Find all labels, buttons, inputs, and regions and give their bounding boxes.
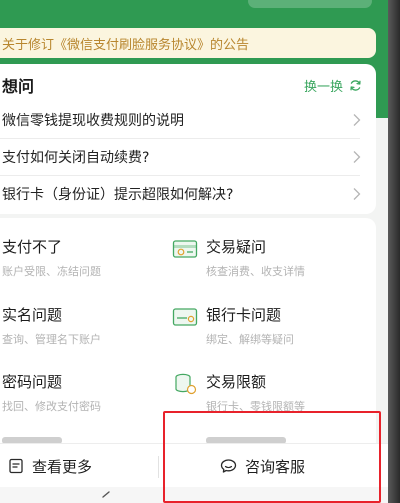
faq-item-label: 支付如何关闭自动续费? <box>2 150 150 166</box>
contact-support-button[interactable]: 咨询客服 <box>220 444 305 488</box>
category-payment-failure[interactable]: 支付不了 账户受限、冻结问题 <box>2 236 152 286</box>
back-gesture-icon[interactable] <box>100 491 112 503</box>
category-grid: 支付不了 账户受限、冻结问题 交易疑问 核查消费、收支详情 实名问题 查询、管理… <box>0 218 376 478</box>
category-title: 交易疑问 <box>206 238 267 256</box>
refresh-button[interactable]: 换一换 <box>304 76 362 95</box>
announcement-bar[interactable]: 关于修订《微信支付刷脸服务协议》的公告 <box>0 28 376 58</box>
category-title: 密码问题 <box>2 373 63 391</box>
faq-item-label: 微信零钱提现收费规则的说明 <box>2 113 184 129</box>
coins-icon <box>175 373 197 395</box>
category-text: 交易疑问 核查消费、收支详情 <box>206 236 305 279</box>
category-title: 支付不了 <box>2 238 63 256</box>
category-subtitle: 核查消费、收支详情 <box>206 265 305 278</box>
category-transaction-query[interactable]: 交易疑问 核查消费、收支详情 <box>172 236 366 286</box>
faq-item[interactable]: 微信零钱提现收费规则的说明 <box>0 102 376 138</box>
contact-support-label: 咨询客服 <box>245 457 306 476</box>
refresh-label: 换一换 <box>303 79 343 95</box>
category-bank-card[interactable]: 银行卡问题 绑定、解绑等疑问 <box>172 304 366 354</box>
device-edge <box>388 0 400 503</box>
header-blurred-element <box>248 0 372 8</box>
category-text: 交易限额 银行卡、零钱限额等 <box>206 371 305 414</box>
category-transaction-limit[interactable]: 交易限额 银行卡、零钱限额等 <box>175 371 366 421</box>
category-subtitle: 银行卡、零钱限额等 <box>206 400 305 413</box>
category-password[interactable]: 密码问题 找回、修改支付密码 <box>2 371 152 421</box>
category-title: 银行卡问题 <box>206 306 282 324</box>
faq-title: 想问 <box>2 77 35 96</box>
receipt-icon <box>172 240 198 258</box>
category-subtitle: 账户受限、冻结问题 <box>2 265 101 278</box>
category-subtitle: 找回、修改支付密码 <box>2 400 101 413</box>
category-title: 实名问题 <box>2 306 63 324</box>
system-nav-bar <box>0 487 388 503</box>
faq-item-label: 银行卡（身份证）提示超限如何解决? <box>2 187 234 203</box>
chevron-right-icon <box>353 114 361 126</box>
category-real-name[interactable]: 实名问题 查询、管理名下账户 <box>2 304 152 354</box>
bottom-action-bar: 查看更多 咨询客服 <box>0 443 388 487</box>
category-text: 支付不了 账户受限、冻结问题 <box>2 236 101 279</box>
category-title: 交易限额 <box>206 373 267 391</box>
bank-card-icon <box>172 308 198 326</box>
view-more-label: 查看更多 <box>32 457 93 476</box>
chevron-right-icon <box>353 188 361 200</box>
divider <box>158 456 159 478</box>
category-subtitle: 查询、管理名下账户 <box>2 333 101 346</box>
refresh-icon <box>350 79 361 91</box>
faq-item[interactable]: 支付如何关闭自动续费? <box>0 139 376 175</box>
faq-item[interactable]: 银行卡（身份证）提示超限如何解决? <box>0 176 376 212</box>
category-subtitle: 绑定、解绑等疑问 <box>206 333 294 346</box>
announcement-text: 关于修订《微信支付刷脸服务协议》的公告 <box>2 37 250 53</box>
category-text: 密码问题 找回、修改支付密码 <box>2 371 101 414</box>
category-text: 实名问题 查询、管理名下账户 <box>2 304 101 347</box>
faq-card: 想问 换一换 微信零钱提现收费规则的说明 支付如何关闭自动续费? 银行卡（身份证… <box>0 64 376 214</box>
chat-bubble-icon <box>220 459 237 473</box>
document-icon <box>9 458 23 474</box>
view-more-button[interactable]: 查看更多 <box>8 444 92 488</box>
chevron-right-icon <box>353 151 361 163</box>
help-center-screen: 关于修订《微信支付刷脸服务协议》的公告 想问 换一换 微信零钱提现收费规则的说明… <box>0 0 388 503</box>
category-text: 银行卡问题 绑定、解绑等疑问 <box>206 304 294 347</box>
faq-header: 想问 换一换 <box>0 70 376 100</box>
